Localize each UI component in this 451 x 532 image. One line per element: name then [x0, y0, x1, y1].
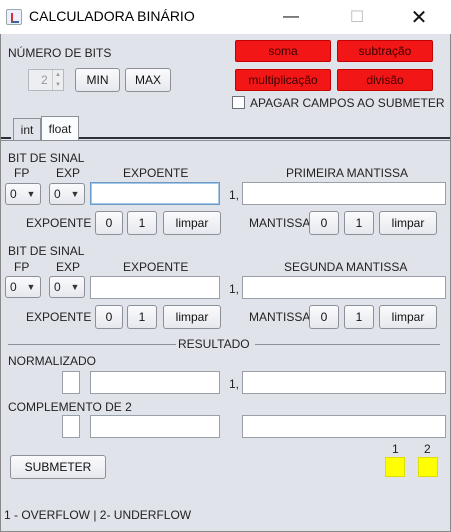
spinner-up-icon[interactable]: ▲: [52, 70, 63, 80]
num1-exp-label: EXP: [56, 166, 81, 180]
num2-fp-label: FP: [14, 260, 30, 274]
spinner-down-icon[interactable]: ▼: [52, 80, 63, 90]
num2-mant-limpar-button[interactable]: limpar: [379, 305, 437, 329]
chevron-down-icon: ▼: [70, 189, 80, 199]
num2-expoente-field[interactable]: [90, 276, 220, 299]
num2-mant-zero-button[interactable]: 0: [309, 305, 339, 329]
footer-legend: 1 - OVERFLOW | 2- UNDERFLOW: [4, 508, 192, 522]
num2-mantissa-row-label: MANTISSA: [249, 310, 311, 324]
num1-exp-select[interactable]: 0 ▼: [49, 183, 85, 205]
apagar-checkbox[interactable]: [232, 96, 245, 109]
chevron-down-icon: ▼: [26, 189, 36, 199]
bits-value: 2: [41, 73, 48, 87]
tab-int[interactable]: int: [13, 118, 41, 140]
tab-border-right: [79, 137, 450, 139]
num1-expoente-row-label: EXPOENTE: [26, 216, 92, 230]
num1-mantissa-field[interactable]: [242, 182, 446, 205]
max-button[interactable]: MAX: [125, 68, 171, 92]
num1-mantissa-row-label: MANTISSA: [249, 216, 311, 230]
tab-border-left: [1, 137, 11, 139]
tab-divider: [1, 140, 450, 141]
num1-exp-limpar-button[interactable]: limpar: [163, 211, 221, 235]
multiplicacao-button[interactable]: multiplicação: [235, 69, 331, 91]
num2-fp-value: 0: [10, 280, 17, 294]
normalizado-mantissa-field[interactable]: [242, 371, 446, 394]
num1-bit-sinal-label: BIT DE SINAL: [8, 151, 85, 165]
complemento-sign-field[interactable]: [62, 415, 80, 438]
normalizado-label: NORMALIZADO: [8, 354, 97, 368]
num1-exp-value: 0: [54, 187, 61, 201]
apagar-label: APAGAR CAMPOS AO SUBMETER: [250, 96, 445, 110]
submeter-button[interactable]: SUBMETER: [10, 455, 106, 479]
flag1-label: 1: [392, 442, 399, 456]
java-app-icon: [6, 9, 22, 25]
num2-exp-limpar-button[interactable]: limpar: [163, 305, 221, 329]
min-button[interactable]: MIN: [75, 68, 120, 92]
resultado-divider-right: [255, 344, 440, 345]
num1-mant-limpar-button[interactable]: limpar: [379, 211, 437, 235]
num2-exp-label: EXP: [56, 260, 81, 274]
close-button[interactable]: ✕: [396, 0, 442, 34]
minimize-button[interactable]: —: [268, 0, 314, 34]
chevron-down-icon: ▼: [26, 282, 36, 292]
flag2-label: 2: [424, 442, 431, 456]
num2-exp-value: 0: [54, 280, 61, 294]
bits-label: NÚMERO DE BITS: [8, 46, 112, 60]
num2-mantissa-field[interactable]: [242, 276, 446, 299]
maximize-button[interactable]: ☐: [334, 0, 380, 34]
soma-button[interactable]: soma: [235, 40, 331, 62]
underflow-indicator: [418, 457, 438, 477]
tab-float[interactable]: float: [41, 116, 79, 140]
num2-fp-select[interactable]: 0 ▼: [5, 276, 41, 298]
num1-expoente-label: EXPOENTE: [123, 166, 189, 180]
chevron-down-icon: ▼: [70, 282, 80, 292]
divisao-button[interactable]: divisão: [337, 69, 433, 91]
num2-exp-one-button[interactable]: 1: [127, 305, 157, 329]
num1-fp-select[interactable]: 0 ▼: [5, 183, 41, 205]
window-title: CALCULADORA BINÁRIO: [29, 8, 195, 24]
num1-mantissa-title: PRIMEIRA MANTISSA: [286, 166, 409, 180]
num1-mant-one-button[interactable]: 1: [344, 211, 374, 235]
num2-mantissa-title: SEGUNDA MANTISSA: [284, 260, 408, 274]
num1-fp-label: FP: [14, 166, 30, 180]
num2-expoente-row-label: EXPOENTE: [26, 310, 92, 324]
complemento-label: COMPLEMENTO DE 2: [8, 400, 132, 414]
num2-expoente-label: EXPOENTE: [123, 260, 189, 274]
complemento-mantissa-field[interactable]: [242, 415, 446, 438]
resultado-title: RESULTADO: [178, 337, 250, 351]
title-bar: CALCULADORA BINÁRIO — ☐ ✕: [0, 0, 451, 34]
bits-spinner[interactable]: 2 ▲ ▼: [28, 69, 64, 91]
num2-mant-one-button[interactable]: 1: [344, 305, 374, 329]
num2-bit-sinal-label: BIT DE SINAL: [8, 244, 85, 258]
overflow-indicator: [385, 457, 405, 477]
num1-exp-one-button[interactable]: 1: [127, 211, 157, 235]
normalizado-exp-field[interactable]: [90, 371, 220, 394]
num1-exp-zero-button[interactable]: 0: [95, 211, 123, 235]
num1-mant-zero-button[interactable]: 0: [309, 211, 339, 235]
normalizado-sign-field[interactable]: [62, 371, 80, 394]
num2-comma: 1,: [229, 282, 240, 296]
num1-expoente-field[interactable]: [90, 182, 220, 205]
num1-comma: 1,: [229, 188, 240, 202]
complemento-exp-field[interactable]: [90, 415, 220, 438]
subtracao-button[interactable]: subtração: [337, 40, 433, 62]
num1-fp-value: 0: [10, 187, 17, 201]
window-content: NÚMERO DE BITS 2 ▲ ▼ MIN MAX soma subtra…: [0, 34, 451, 532]
normalizado-comma: 1,: [229, 377, 240, 391]
num2-exp-zero-button[interactable]: 0: [95, 305, 123, 329]
num2-exp-select[interactable]: 0 ▼: [49, 276, 85, 298]
resultado-divider-left: [8, 344, 176, 345]
